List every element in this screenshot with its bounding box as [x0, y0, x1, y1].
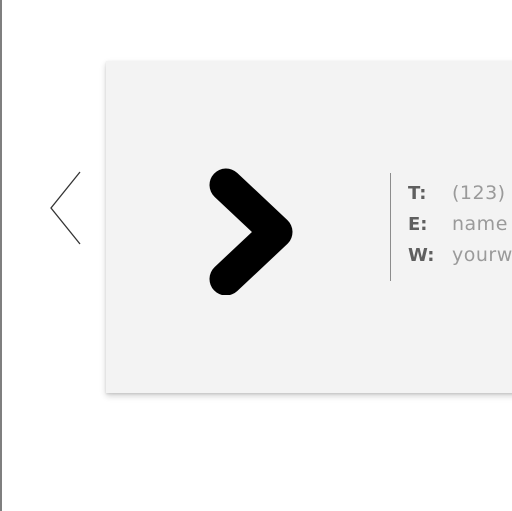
email-label: E:: [408, 214, 428, 235]
contact-row-email: E: name: [408, 209, 512, 240]
contact-info: T: (123) E: name W: yourw: [408, 178, 512, 271]
phone-value: (123): [452, 182, 506, 204]
email-value: name: [452, 213, 508, 235]
viewport: T: (123) E: name W: yourw: [0, 0, 512, 511]
logo-mark: [206, 165, 298, 295]
contact-row-phone: T: (123): [408, 178, 512, 209]
previous-slide-button[interactable]: [44, 168, 88, 250]
chevron-right-icon: [209, 168, 293, 295]
phone-label: T:: [408, 183, 427, 204]
contact-row-website: W: yourw: [408, 240, 512, 271]
business-card: T: (123) E: name W: yourw: [106, 61, 512, 393]
left-edge-border: [0, 0, 2, 511]
website-label: W:: [408, 245, 435, 266]
chevron-left-icon: [50, 171, 81, 245]
vertical-divider: [390, 173, 391, 281]
website-value: yourw: [452, 244, 512, 266]
